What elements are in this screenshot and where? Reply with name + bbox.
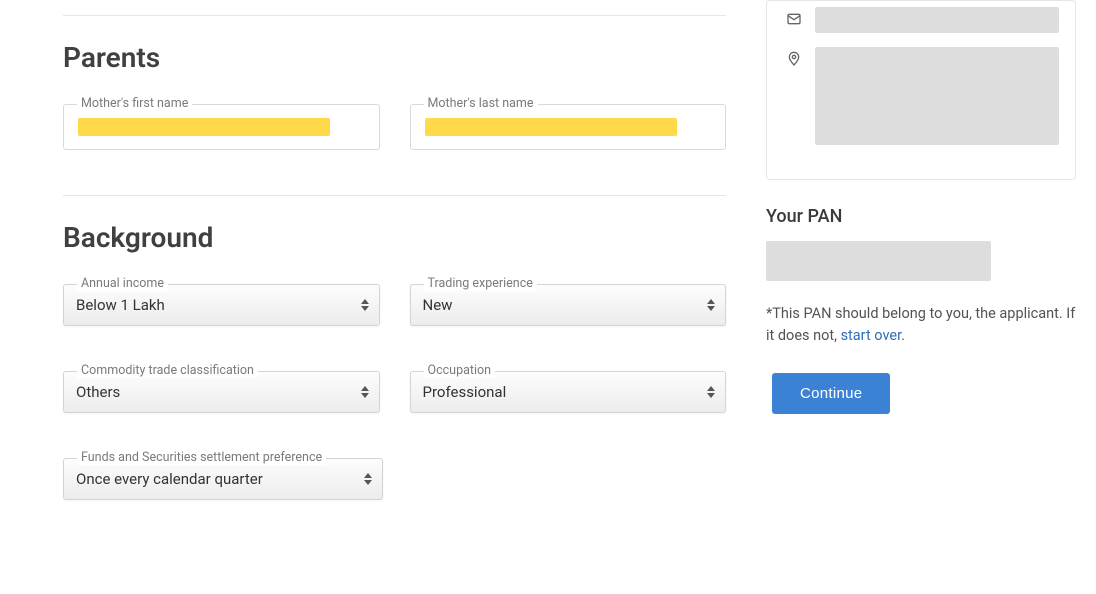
mail-icon bbox=[783, 7, 805, 27]
field-label: Mother's last name bbox=[424, 96, 538, 111]
chevron-updown-icon bbox=[707, 386, 715, 398]
field-label: Mother's first name bbox=[77, 96, 192, 111]
field-label: Commodity trade classification bbox=[77, 363, 258, 378]
chevron-updown-icon bbox=[361, 299, 369, 311]
select-value: New bbox=[423, 296, 453, 314]
field-annual-income: Annual income Below 1 Lakh bbox=[63, 284, 380, 326]
section-title-background: Background bbox=[63, 221, 726, 254]
email-placeholder bbox=[815, 7, 1059, 33]
chevron-updown-icon bbox=[707, 299, 715, 311]
field-settlement-preference: Funds and Securities settlement preferen… bbox=[63, 458, 383, 500]
select-value: Below 1 Lakh bbox=[76, 296, 165, 314]
sidebar: Your PAN *This PAN should belong to you,… bbox=[766, 0, 1076, 594]
field-label: Annual income bbox=[77, 276, 168, 291]
field-label: Funds and Securities settlement preferen… bbox=[77, 450, 326, 465]
divider bbox=[63, 15, 726, 16]
divider bbox=[63, 195, 726, 196]
pan-section: Your PAN *This PAN should belong to you,… bbox=[766, 206, 1076, 414]
field-commodity-classification: Commodity trade classification Others bbox=[63, 371, 380, 413]
pan-note-suffix: . bbox=[901, 327, 905, 344]
continue-button[interactable]: Continue bbox=[772, 373, 890, 414]
start-over-link[interactable]: start over bbox=[841, 327, 902, 344]
field-trading-experience: Trading experience New bbox=[410, 284, 727, 326]
summary-card bbox=[766, 0, 1076, 180]
masked-value bbox=[78, 118, 330, 136]
location-icon bbox=[783, 47, 805, 67]
pan-note: *This PAN should belong to you, the appl… bbox=[766, 303, 1076, 347]
chevron-updown-icon bbox=[361, 386, 369, 398]
field-label: Occupation bbox=[424, 363, 496, 378]
select-value: Others bbox=[76, 383, 120, 401]
select-value: Professional bbox=[423, 383, 507, 401]
field-label: Trading experience bbox=[424, 276, 537, 291]
masked-value bbox=[425, 118, 677, 136]
field-mother-last-name: Mother's last name bbox=[410, 104, 727, 150]
pan-note-text: *This PAN should belong to you, the appl… bbox=[766, 305, 1075, 344]
chevron-updown-icon bbox=[364, 473, 372, 485]
section-title-parents: Parents bbox=[63, 41, 726, 74]
select-value: Once every calendar quarter bbox=[76, 470, 263, 488]
pan-placeholder bbox=[766, 241, 991, 281]
main-form: Parents Mother's first name Mother's las… bbox=[63, 0, 726, 594]
pan-title: Your PAN bbox=[766, 206, 1076, 227]
address-placeholder bbox=[815, 47, 1059, 145]
field-mother-first-name: Mother's first name bbox=[63, 104, 380, 150]
field-occupation: Occupation Professional bbox=[410, 371, 727, 413]
